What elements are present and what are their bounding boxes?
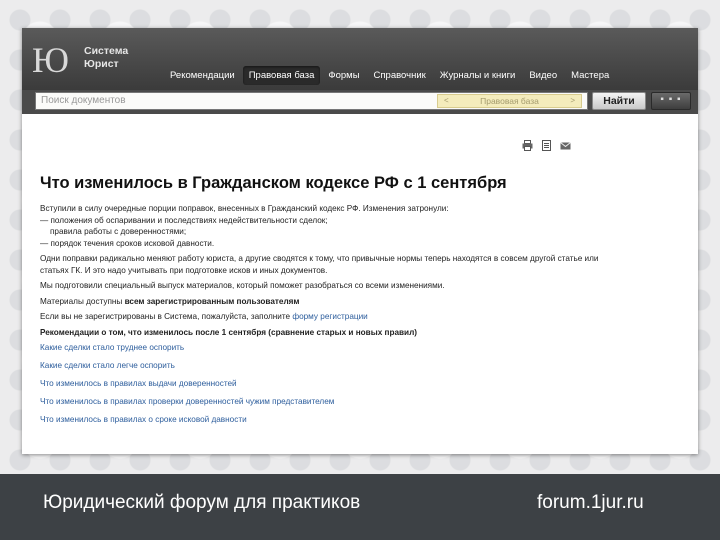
nav-item-video[interactable]: Видео: [523, 66, 563, 85]
register-note: Если вы не зарегистрированы в Система, п…: [40, 311, 600, 323]
top-bar: Ю Система Юрист Рекомендации Правовая ба…: [22, 28, 698, 90]
search-button[interactable]: Найти: [592, 92, 646, 110]
nav-item-legal-base[interactable]: Правовая база: [242, 66, 321, 85]
scope-prev-icon[interactable]: <: [444, 95, 449, 107]
nav-item-recommendations[interactable]: Рекомендации: [164, 66, 241, 85]
search-bar: Поиск документов < Правовая база > Найти…: [22, 90, 698, 114]
link-harder-to-challenge[interactable]: Какие сделки стало труднее оспорить: [40, 342, 600, 354]
footer-url: forum.1jur.ru: [537, 492, 644, 513]
link-easier-to-challenge[interactable]: Какие сделки стало легче оспорить: [40, 360, 600, 372]
print-icon[interactable]: [522, 140, 533, 151]
logo-line-1: Система: [84, 45, 129, 57]
email-icon[interactable]: [560, 140, 571, 151]
scope-next-icon[interactable]: >: [570, 95, 575, 107]
main-nav: Рекомендации Правовая база Формы Справоч…: [164, 66, 615, 85]
scope-label: Правовая база: [480, 96, 539, 106]
more-menu-button[interactable]: ▪ ▪ ▪: [651, 92, 691, 110]
browser-screenshot: Ю Система Юрист Рекомендации Правовая ба…: [22, 28, 698, 454]
link-power-of-attorney-issue[interactable]: Что изменилось в правилах выдачи доверен…: [40, 378, 600, 390]
search-scope-selector[interactable]: < Правовая база >: [437, 94, 582, 108]
link-power-of-attorney-check[interactable]: Что изменилось в правилах проверки довер…: [40, 396, 600, 408]
access-audience: всем зарегистрированным пользователям: [124, 296, 300, 306]
article-paragraph-3: Мы подготовили специальный выпуск матери…: [40, 281, 445, 290]
register-form-link[interactable]: форму регистрации: [292, 312, 367, 321]
article-intro: Вступили в силу очередные порции поправо…: [40, 204, 449, 213]
logo-text[interactable]: Система Юрист: [84, 45, 128, 71]
footer-caption: Юридический форум для практиков: [43, 492, 361, 513]
access-note: Материалы доступны всем зарегистрированн…: [40, 296, 600, 308]
logo-icon: Ю: [32, 40, 70, 80]
nav-item-journals[interactable]: Журналы и книги: [434, 66, 522, 85]
nav-item-forms[interactable]: Формы: [322, 66, 365, 85]
nav-item-wizards[interactable]: Мастера: [565, 66, 615, 85]
document-icon[interactable]: [541, 140, 552, 151]
bullet-2: правила работы с доверенностями;: [50, 227, 187, 236]
register-text: Если вы не зарегистрированы в Система, п…: [40, 312, 293, 321]
logo-line-2: Юрист: [84, 58, 119, 70]
article: Что изменилось в Гражданском кодексе РФ …: [40, 174, 600, 432]
link-limitation-period[interactable]: Что изменилось в правилах о сроке исково…: [40, 414, 600, 426]
access-prefix: Материалы доступны: [40, 296, 125, 306]
slide-footer: Юридический форум для практиков forum.1j…: [0, 474, 720, 540]
recommendations-heading: Рекомендации о том, что изменилось после…: [40, 327, 418, 337]
bullet-3: — порядок течения сроков исковой давност…: [40, 238, 215, 248]
bullet-1: — положения об оспаривании и последствия…: [40, 215, 328, 225]
nav-item-reference[interactable]: Справочник: [368, 66, 432, 85]
article-paragraph-2: Одни поправки радикально меняют работу ю…: [40, 254, 599, 275]
article-title: Что изменилось в Гражданском кодексе РФ …: [40, 174, 507, 192]
document-tools: [522, 140, 571, 151]
